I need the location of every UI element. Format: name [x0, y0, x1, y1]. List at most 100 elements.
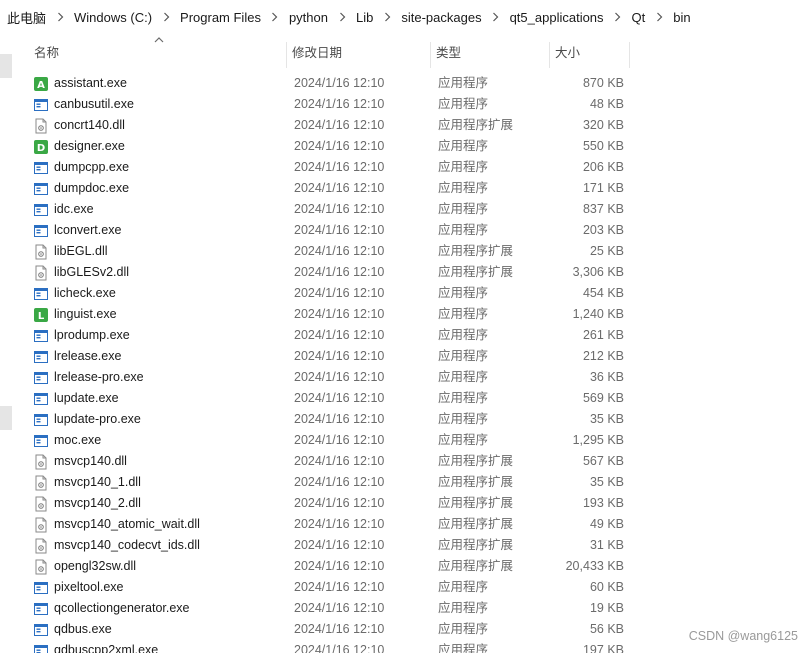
file-type: 应用程序: [438, 307, 489, 321]
file-date: 2024/1/16 12:10: [294, 496, 385, 510]
file-date: 2024/1/16 12:10: [294, 370, 385, 384]
breadcrumb-item[interactable]: site-packages: [398, 10, 484, 25]
file-type: 应用程序: [438, 601, 489, 615]
file-name: msvcp140.dll: [54, 454, 127, 468]
file-row[interactable]: qcollectiongenerator.exe 2024/1/16 12:10 应…: [30, 598, 650, 619]
file-row[interactable]: msvcp140_atomic_wait.dll 2024/1/16 12:10 应…: [30, 514, 650, 535]
file-size: 837 KB: [582, 202, 624, 216]
file-row[interactable]: lupdate.exe 2024/1/16 12:10 应用程序 569 KB: [30, 388, 650, 409]
chevron-right-icon[interactable]: [376, 7, 398, 27]
breadcrumb-item[interactable]: Windows (C:): [71, 10, 155, 25]
file-row[interactable]: lprodump.exe 2024/1/16 12:10 应用程序 261 KB: [30, 325, 650, 346]
column-divider[interactable]: [629, 42, 630, 68]
breadcrumb: 此电脑 Windows (C:) Program Files python Lib sit…: [0, 0, 812, 34]
file-row[interactable]: pixeltool.exe 2024/1/16 12:10 应用程序 60 KB: [30, 577, 650, 598]
chevron-right-icon[interactable]: [485, 7, 507, 27]
file-row[interactable]: msvcp140.dll 2024/1/16 12:10 应用程序扩展 567 KB: [30, 451, 650, 472]
column-divider[interactable]: [549, 42, 550, 68]
column-header-size[interactable]: 大小: [551, 40, 626, 68]
breadcrumb-item[interactable]: Program Files: [177, 10, 264, 25]
file-name: qdbuscpp2xml.exe: [54, 643, 159, 653]
exe-file-icon: [33, 643, 49, 653]
file-type: 应用程序扩展: [438, 538, 514, 552]
breadcrumb-item[interactable]: qt5_applications: [507, 10, 607, 25]
file-type: 应用程序扩展: [438, 244, 514, 258]
file-date: 2024/1/16 12:10: [294, 118, 385, 132]
file-size: 31 KB: [589, 538, 624, 552]
chevron-right-icon[interactable]: [49, 7, 71, 27]
file-name: libGLESv2.dll: [54, 265, 130, 279]
file-row[interactable]: msvcp140_codecvt_ids.dll 2024/1/16 12:10 应…: [30, 535, 650, 556]
file-row[interactable]: idc.exe 2024/1/16 12:10 应用程序 837 KB: [30, 199, 650, 220]
svg-text:L: L: [38, 311, 45, 322]
nav-selected-marker: [0, 54, 12, 78]
file-type: 应用程序: [438, 181, 489, 195]
file-name: msvcp140_codecvt_ids.dll: [54, 538, 200, 552]
file-size: 60 KB: [589, 580, 624, 594]
nav-hover-marker: [0, 406, 12, 430]
chevron-right-icon[interactable]: [648, 7, 670, 27]
breadcrumb-item[interactable]: bin: [670, 10, 693, 25]
file-row[interactable]: lupdate-pro.exe 2024/1/16 12:10 应用程序 35 KB: [30, 409, 650, 430]
file-name: dumpcpp.exe: [54, 160, 130, 174]
file-row[interactable]: libEGL.dll 2024/1/16 12:10 应用程序扩展 25 KB: [30, 241, 650, 262]
file-row[interactable]: qdbuscpp2xml.exe 2024/1/16 12:10 应用程序 197 K…: [30, 640, 650, 653]
navigation-pane-edge[interactable]: [0, 34, 12, 653]
column-divider[interactable]: [286, 42, 287, 68]
dll-file-icon: [33, 496, 49, 512]
column-header-type[interactable]: 类型: [432, 40, 547, 68]
file-row[interactable]: lrelease-pro.exe 2024/1/16 12:10 应用程序 36 KB: [30, 367, 650, 388]
exe-file-icon: [33, 286, 49, 302]
file-name: lrelease.exe: [54, 349, 122, 363]
file-list[interactable]: 名称 修改日期 类型 大小 Aassistant.exe 2024/1/16 12…: [12, 34, 812, 653]
file-row[interactable]: qdbus.exe 2024/1/16 12:10 应用程序 56 KB: [30, 619, 650, 640]
file-row[interactable]: dumpcpp.exe 2024/1/16 12:10 应用程序 206 KB: [30, 157, 650, 178]
exe-file-icon: [33, 391, 49, 407]
breadcrumb-item[interactable]: Qt: [629, 10, 649, 25]
file-size: 261 KB: [582, 328, 624, 342]
chevron-right-icon[interactable]: [331, 7, 353, 27]
file-type: 应用程序: [438, 76, 489, 90]
file-name: licheck.exe: [54, 286, 116, 300]
file-row[interactable]: dumpdoc.exe 2024/1/16 12:10 应用程序 171 KB: [30, 178, 650, 199]
file-size: 569 KB: [582, 391, 624, 405]
file-row[interactable]: msvcp140_2.dll 2024/1/16 12:10 应用程序扩展 193 K…: [30, 493, 650, 514]
dll-file-icon: [33, 454, 49, 470]
file-row[interactable]: msvcp140_1.dll 2024/1/16 12:10 应用程序扩展 35 KB: [30, 472, 650, 493]
breadcrumb-item[interactable]: 此电脑: [4, 8, 49, 27]
file-row[interactable]: lconvert.exe 2024/1/16 12:10 应用程序 203 KB: [30, 220, 650, 241]
chevron-right-icon[interactable]: [264, 7, 286, 27]
chevron-right-icon[interactable]: [607, 7, 629, 27]
file-date: 2024/1/16 12:10: [294, 181, 385, 195]
exe-file-icon: [33, 580, 49, 596]
file-row[interactable]: Ddesigner.exe 2024/1/16 12:10 应用程序 550 KB: [30, 136, 650, 157]
file-size: 206 KB: [582, 160, 624, 174]
file-row[interactable]: lrelease.exe 2024/1/16 12:10 应用程序 212 KB: [30, 346, 650, 367]
file-row[interactable]: concrt140.dll 2024/1/16 12:10 应用程序扩展 320 KB: [30, 115, 650, 136]
file-row[interactable]: licheck.exe 2024/1/16 12:10 应用程序 454 KB: [30, 283, 650, 304]
file-date: 2024/1/16 12:10: [294, 412, 385, 426]
file-date: 2024/1/16 12:10: [294, 265, 385, 279]
exe-file-icon: [33, 622, 49, 638]
column-header-name[interactable]: 名称: [30, 40, 285, 68]
file-row[interactable]: canbusutil.exe 2024/1/16 12:10 应用程序 48 KB: [30, 94, 650, 115]
file-name: assistant.exe: [54, 76, 127, 90]
file-type: 应用程序扩展: [438, 475, 514, 489]
file-type: 应用程序扩展: [438, 559, 514, 573]
file-row[interactable]: opengl32sw.dll 2024/1/16 12:10 应用程序扩展 20,43…: [30, 556, 650, 577]
file-row[interactable]: Llinguist.exe 2024/1/16 12:10 应用程序 1,240 KB: [30, 304, 650, 325]
file-row[interactable]: libGLESv2.dll 2024/1/16 12:10 应用程序扩展 3,306 …: [30, 262, 650, 283]
chevron-right-icon[interactable]: [155, 7, 177, 27]
file-row[interactable]: Aassistant.exe 2024/1/16 12:10 应用程序 870 KB: [30, 73, 650, 94]
file-row[interactable]: moc.exe 2024/1/16 12:10 应用程序 1,295 KB: [30, 430, 650, 451]
breadcrumb-item[interactable]: python: [286, 10, 331, 25]
file-size: 567 KB: [582, 454, 624, 468]
file-size: 320 KB: [582, 118, 624, 132]
file-type: 应用程序扩展: [438, 118, 514, 132]
column-divider[interactable]: [430, 42, 431, 68]
file-date: 2024/1/16 12:10: [294, 643, 385, 653]
file-type: 应用程序扩展: [438, 496, 514, 510]
breadcrumb-item[interactable]: Lib: [353, 10, 376, 25]
column-header-date[interactable]: 修改日期: [288, 40, 428, 68]
file-type: 应用程序: [438, 349, 489, 363]
